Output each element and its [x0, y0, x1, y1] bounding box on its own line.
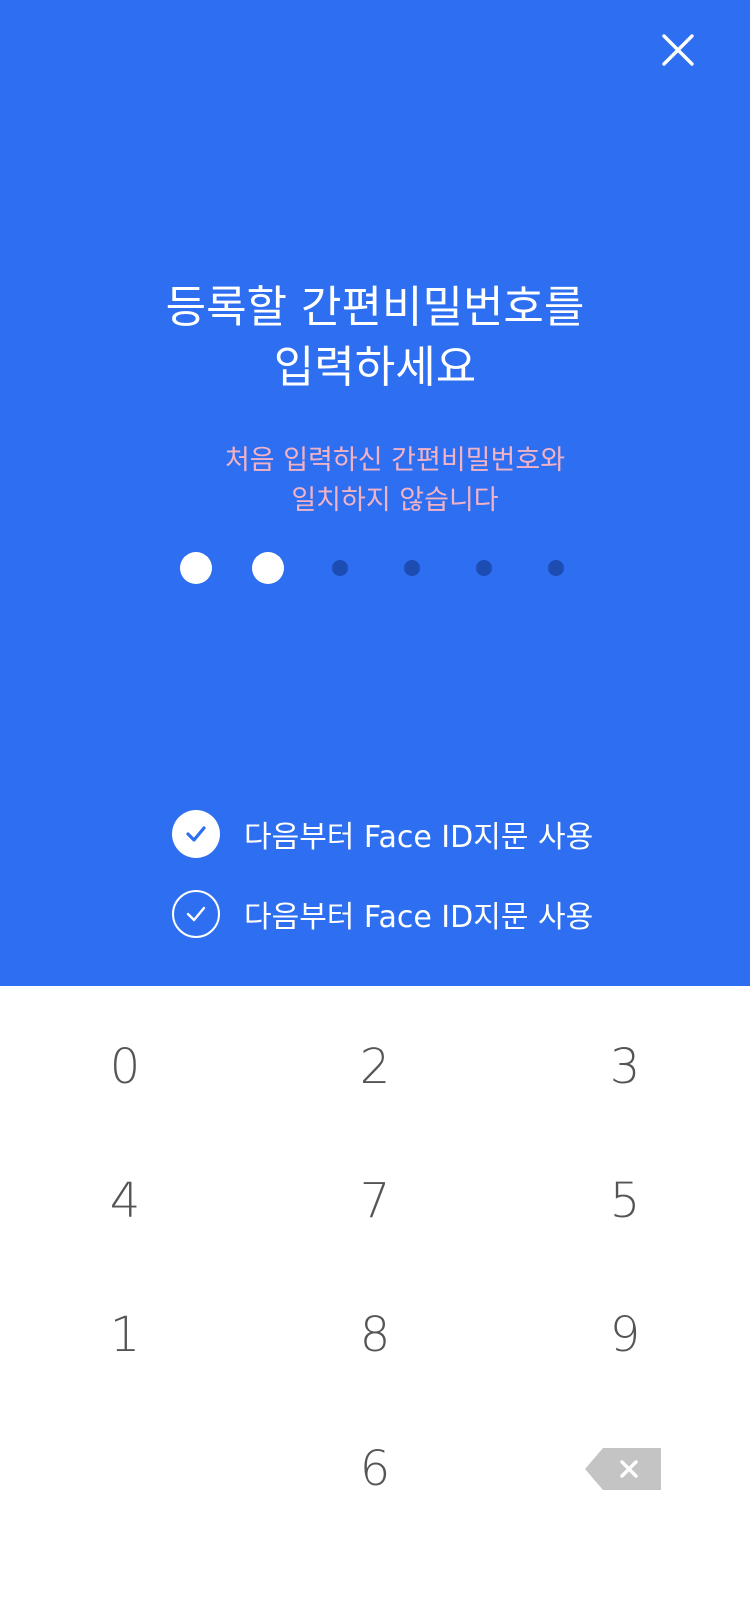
keypad-key-8[interactable]: 8: [250, 1268, 500, 1402]
pin-dot-empty: [548, 560, 564, 576]
mismatch-error-message: 처음 입력하신 간편비밀번호와 일치하지 않습니다: [0, 441, 750, 521]
keypad-key-9[interactable]: 9: [500, 1268, 750, 1402]
page-title-line-2: 입력하세요: [273, 342, 477, 393]
check-icon: [172, 810, 220, 858]
keypad-empty-cell: [0, 1402, 250, 1536]
pin-dot-empty: [476, 560, 492, 576]
keypad-key-7[interactable]: 7: [250, 1134, 500, 1268]
backspace-key[interactable]: [500, 1402, 750, 1536]
keypad-key-5[interactable]: 5: [500, 1134, 750, 1268]
keypad-key-3[interactable]: 3: [500, 1000, 750, 1134]
pin-dot-empty: [332, 560, 348, 576]
pin-dot-filled: [252, 552, 284, 584]
pin-dot-empty: [404, 560, 420, 576]
backspace-icon: [585, 1448, 661, 1490]
page-title-line-1: 등록할 간편비밀번호를: [165, 282, 585, 333]
page-title: 등록할 간편비밀번호를 입력하세요: [0, 278, 750, 398]
error-line-1: 처음 입력하신 간편비밀번호와: [224, 445, 566, 476]
face-id-option-1[interactable]: 다음부터 Face ID지문 사용: [172, 810, 593, 858]
pin-indicator: [0, 548, 750, 588]
face-id-option-2[interactable]: 다음부터 Face ID지문 사용: [172, 890, 593, 938]
keypad-key-2[interactable]: 2: [250, 1000, 500, 1134]
close-icon: [662, 34, 694, 66]
face-id-option-label: 다음부터 Face ID지문 사용: [244, 820, 594, 855]
error-line-2: 일치하지 않습니다: [291, 485, 499, 516]
check-outline-icon: [172, 890, 220, 938]
keypad-key-6[interactable]: 6: [250, 1402, 500, 1536]
keypad-key-0[interactable]: 0: [0, 1000, 250, 1134]
number-keypad: 023 475 1896: [0, 986, 750, 1624]
pin-entry-panel: 등록할 간편비밀번호를 입력하세요 처음 입력하신 간편비밀번호와 일치하지 않…: [0, 0, 750, 986]
close-button[interactable]: [652, 24, 704, 76]
pin-dot-filled: [180, 552, 212, 584]
face-id-option-label: 다음부터 Face ID지문 사용: [244, 900, 594, 935]
keypad-key-4[interactable]: 4: [0, 1134, 250, 1268]
keypad-key-1[interactable]: 1: [0, 1268, 250, 1402]
